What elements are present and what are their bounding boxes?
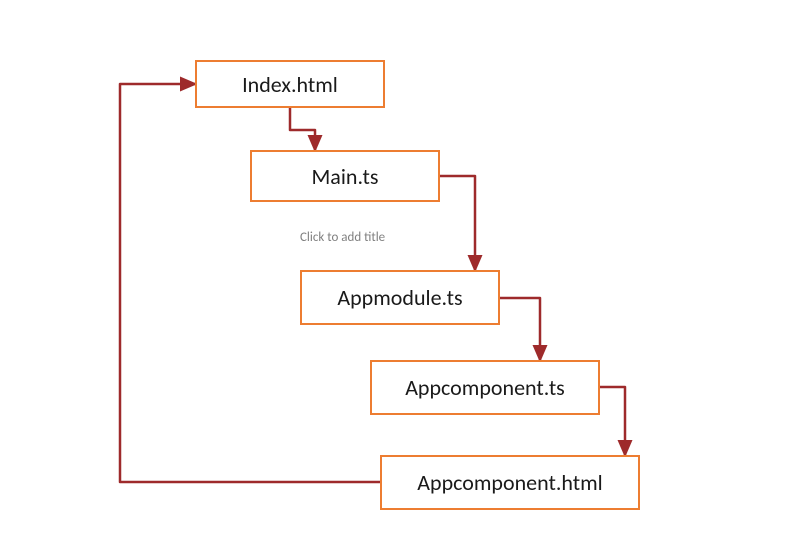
node-appmodule-ts: Appmodule.ts (300, 270, 500, 325)
node-appcomponent-ts: Appcomponent.ts (370, 360, 600, 415)
node-index-html: Index.html (195, 60, 385, 108)
node-label: Appcomponent.html (417, 469, 602, 496)
node-main-ts: Main.ts (250, 150, 440, 202)
diagram-canvas: Index.html Main.ts Appmodule.ts Appcompo… (0, 0, 799, 543)
title-placeholder[interactable]: Click to add title (300, 230, 385, 245)
node-label: Main.ts (311, 163, 378, 190)
placeholder-text: Click to add title (300, 230, 385, 245)
node-appcomponent-html: Appcomponent.html (380, 455, 640, 510)
node-label: Appmodule.ts (337, 284, 462, 311)
arrow-a3 (500, 298, 540, 360)
arrow-a2 (440, 176, 475, 270)
node-label: Appcomponent.ts (405, 374, 565, 401)
arrow-a1 (290, 108, 315, 150)
node-label: Index.html (242, 71, 338, 98)
arrow-a4 (600, 387, 625, 455)
